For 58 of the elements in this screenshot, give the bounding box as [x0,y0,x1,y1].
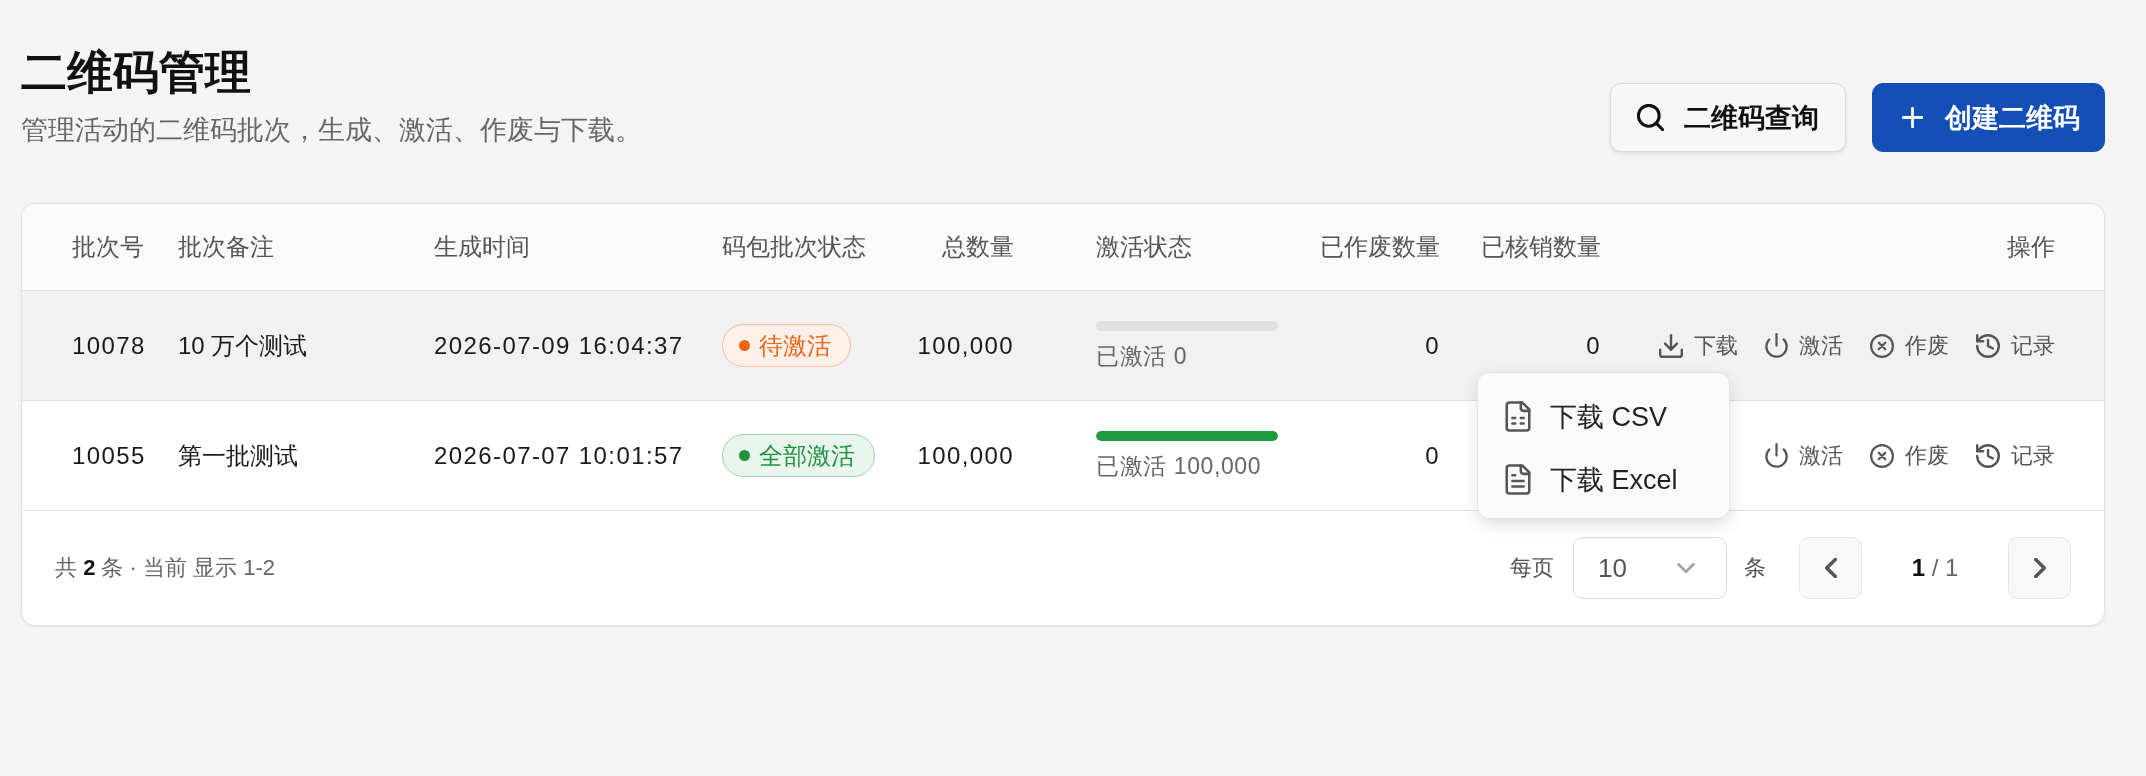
power-icon [1765,443,1788,468]
footer-summary: 共 2 条 · 当前 显示 1-2 [55,554,276,582]
chevron-left-icon [1824,558,1837,578]
download-icon [1659,333,1683,358]
table-cell-text: 2026-07-07 10:01:57 [433,441,685,470]
table-cell-text: 0 [1585,331,1602,360]
table-cell-text: 第一批测试 [177,440,299,471]
history-icon [1976,333,2000,358]
document-icon [1505,464,1531,495]
table-cell-text: 2026-07-09 16:04:37 [433,331,685,360]
page-size-select[interactable]: 10 [1573,537,1727,599]
history-button[interactable]: 记录 [1976,330,2055,361]
table-cell-text: 10 万个测试 [177,330,309,361]
status-badge: 全部激活 [722,434,875,477]
power-icon [1765,333,1788,358]
void-button[interactable]: 作废 [1870,330,1949,361]
column-header: 已核销数量 [1480,232,1602,262]
table-cell-text: 0 [1424,331,1441,360]
create-button[interactable]: 创建二维码 [1872,83,2105,152]
page-size-unit: 条 [1744,554,1766,582]
history-icon [1976,443,2000,468]
chevron-right-icon [2033,558,2046,578]
column-header: 批次备注 [177,232,275,262]
page-size-label: 每页 [1510,554,1554,582]
prev-page-button[interactable] [1799,537,1862,599]
menu-item[interactable]: 下载 CSV [1478,385,1729,448]
query-button[interactable]: 二维码查询 [1610,83,1846,152]
activate-button[interactable]: 激活 [1765,330,1843,361]
activate-button[interactable]: 激活 [1765,440,1843,471]
page-indicator: 1 / 1 [1910,554,1960,582]
table-cell-text: 10055 [71,441,147,470]
column-header: 已作废数量 [1319,232,1441,262]
plus-icon [1902,107,1923,128]
download-button[interactable]: 下载 [1659,330,1738,361]
circle-x-icon [1870,443,1894,468]
history-button[interactable]: 记录 [1976,440,2055,471]
column-header: 总数量 [941,232,1015,262]
void-button[interactable]: 作废 [1870,440,1949,471]
table-cell-text: 100,000 [916,441,1015,470]
status-badge: 待激活 [722,324,851,367]
table-file-icon [1505,401,1531,432]
table-cell-text: 10078 [71,331,147,360]
activation-text: 已激活 0 [1096,341,1188,371]
next-page-button[interactable] [2008,537,2071,599]
table-cell-text: 0 [1424,441,1441,470]
column-header: 批次号 [71,232,145,262]
chevron-down-icon [1677,563,1695,573]
column-header: 操作 [2006,232,2056,262]
search-icon [1637,104,1664,131]
column-header: 生成时间 [433,232,531,262]
page-subtitle: 管理活动的二维码批次，生成、激活、作废与下载。 [21,114,642,147]
circle-x-icon [1870,333,1894,358]
menu-item[interactable]: 下载 Excel [1478,448,1729,511]
activation-text: 已激活 100,000 [1096,451,1262,481]
column-header: 激活状态 [1095,232,1193,262]
column-header: 码包批次状态 [721,232,867,262]
page-title: 二维码管理 [21,45,252,100]
table-cell-text: 100,000 [916,331,1015,360]
